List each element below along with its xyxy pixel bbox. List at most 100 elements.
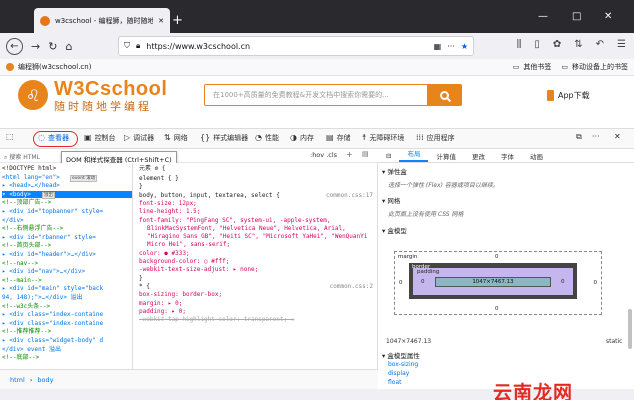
markup-line[interactable]: <html lang="en"> bbox=[2, 174, 60, 181]
markup-line[interactable]: ▸ <head>…</head> bbox=[2, 182, 60, 189]
sidebar-icon[interactable]: ▯ bbox=[534, 39, 540, 50]
menu-icon[interactable]: ☰ bbox=[617, 39, 626, 50]
tab-animations[interactable]: 动画 bbox=[522, 151, 551, 161]
tab-inspector[interactable]: ◌ 查看器 bbox=[38, 133, 69, 143]
markup-line[interactable]: ▸ <div class="widget-body" d bbox=[2, 337, 103, 344]
forward-icon[interactable]: → bbox=[31, 40, 40, 53]
prop-box-sizing[interactable]: box-sizing bbox=[388, 361, 418, 368]
tab-storage[interactable]: ▤ 存储 bbox=[326, 133, 351, 143]
markup-line[interactable]: <!--底部--> bbox=[2, 354, 39, 361]
css-rule-line[interactable]: font-family: "PingFang SC", system-ui, -… bbox=[139, 217, 330, 224]
markup-line[interactable]: <!DOCTYPE html> bbox=[2, 165, 56, 172]
css-rule-line[interactable]: } bbox=[139, 183, 143, 190]
padding-left-value[interactable]: 0 bbox=[421, 279, 425, 285]
pick-element-icon[interactable]: ⬚ bbox=[6, 133, 14, 141]
markup-line[interactable]: ▸ <div id="header">…</div> bbox=[2, 251, 96, 258]
new-tab-button[interactable]: + bbox=[172, 14, 183, 27]
tab-application[interactable]: ⁞⁞⁞ 应用程序 bbox=[416, 133, 455, 143]
css-source-link[interactable]: common.css:17 bbox=[326, 192, 373, 199]
print-icon[interactable]: ▤ bbox=[362, 150, 369, 158]
css-rule-line[interactable]: color: ● #333; bbox=[139, 250, 190, 257]
lion-logo-icon[interactable]: ♌ bbox=[18, 80, 48, 110]
css-rule-line[interactable]: font-size: 12px; bbox=[139, 200, 197, 207]
library-icon[interactable]: ⫼ bbox=[517, 39, 522, 50]
css-rule-line[interactable]: -webkit-tap-highlight-color: transparent… bbox=[139, 316, 294, 323]
markup-line[interactable]: ▸ <div id="main" style="back bbox=[2, 285, 103, 292]
markup-line[interactable]: <!--main--> bbox=[2, 277, 42, 284]
markup-line[interactable]: ▸ <div id="topbanner" style= bbox=[2, 208, 103, 215]
tab-console[interactable]: ▣ 控制台 bbox=[84, 133, 116, 143]
markup-line[interactable]: ▸ <div id="nav">…</div> bbox=[2, 268, 85, 275]
margin-bottom-value[interactable]: 0 bbox=[495, 306, 499, 312]
add-rule-icon[interactable]: + bbox=[346, 150, 353, 159]
markup-panel[interactable]: <!DOCTYPE html> <html lang="en"> event 滚动 ▸… bbox=[0, 163, 133, 369]
layout-toggle-icon[interactable]: ⊟ bbox=[378, 152, 399, 160]
tab-computed[interactable]: 计算值 bbox=[428, 151, 464, 161]
other-bookmarks[interactable]: 其他书签 bbox=[523, 62, 551, 72]
markup-line[interactable]: <!--w3c头条--> bbox=[2, 303, 50, 310]
tab-changes[interactable]: 更改 bbox=[464, 151, 493, 161]
layout-scrollbar[interactable] bbox=[628, 309, 632, 349]
tab-debugger[interactable]: ▷ 调试器 bbox=[124, 133, 154, 143]
prop-display[interactable]: display bbox=[388, 370, 409, 377]
css-rule-line[interactable]: * { bbox=[139, 283, 150, 290]
css-rule-line[interactable]: BlinkMacSystemFont, "Helvetica Neue", He… bbox=[147, 225, 346, 232]
tab-style-editor[interactable]: {} 样式编辑器 bbox=[200, 133, 248, 143]
browser-tab[interactable]: w3cschool - 编程狮，随时随地 ✕ bbox=[34, 8, 170, 33]
tab-network[interactable]: ⇅ 网络 bbox=[164, 133, 188, 143]
reload-icon[interactable]: ↻ bbox=[48, 40, 57, 53]
tab-performance[interactable]: ◔ 性能 bbox=[255, 133, 279, 143]
padding-right-value[interactable]: 0 bbox=[561, 279, 565, 285]
page-actions-icon[interactable]: ··· bbox=[447, 42, 455, 51]
markup-line[interactable]: <!--右侧悬浮广告--> bbox=[2, 225, 63, 232]
css-rule-line[interactable]: box-sizing: border-box; bbox=[139, 291, 222, 298]
prop-float[interactable]: float bbox=[388, 379, 401, 386]
css-rule-line[interactable]: } bbox=[139, 275, 143, 282]
url-bar[interactable]: ⛉ 🔒︎ https://www.w3cschool.cn ▦ ··· ★ bbox=[118, 36, 474, 56]
markup-badge[interactable]: event 滚动 bbox=[70, 174, 98, 182]
markup-line[interactable]: ▸ <div class="index-containe bbox=[2, 320, 103, 327]
markup-badge[interactable]: 溢出 bbox=[42, 191, 55, 199]
tab-accessibility[interactable]: ☨ 无障碍环境 bbox=[362, 133, 404, 143]
search-html-input[interactable]: ⌕ 搜索 HTML bbox=[4, 152, 40, 162]
css-source-link[interactable]: common.css:2 bbox=[330, 283, 373, 290]
qr-code-icon[interactable]: ▦ bbox=[434, 42, 442, 51]
markup-line[interactable]: <!--顶部广告--> bbox=[2, 199, 51, 206]
minimize-button[interactable]: — bbox=[538, 12, 548, 22]
markup-line[interactable]: ▸ <div id="rbanner" style= bbox=[2, 234, 96, 241]
maximize-button[interactable]: □ bbox=[572, 12, 581, 22]
close-window-button[interactable]: ✕ bbox=[604, 12, 612, 22]
boxmodel-section[interactable]: ▾ 盒模型 bbox=[382, 225, 407, 235]
markup-line[interactable]: ▾ <body> bbox=[2, 190, 132, 198]
tab-memory[interactable]: ◑ 内存 bbox=[290, 133, 314, 143]
markup-line[interactable]: <!--首页头部--> bbox=[2, 242, 51, 249]
tab-layout[interactable]: 布局 bbox=[399, 149, 429, 162]
app-download-link[interactable]: App下载 bbox=[547, 90, 590, 101]
home-icon[interactable]: ⌂ bbox=[65, 40, 72, 53]
css-rule-line[interactable]: margin: ▸ 0; bbox=[139, 300, 182, 307]
bookmark-item[interactable]: 编程狮(w3cschool.cn) bbox=[18, 62, 91, 72]
markup-line[interactable]: 94, 148);">…</div> 溢出 bbox=[2, 294, 83, 301]
site-search-input[interactable]: 在1000+高质量的免费教程&开发文档中搜索你需要的... bbox=[205, 85, 427, 105]
close-devtools-icon[interactable]: ✕ bbox=[614, 133, 621, 141]
breadcrumb-html[interactable]: html bbox=[10, 376, 25, 384]
boxmodel-props-section[interactable]: ▾ 盒模型属性 bbox=[382, 350, 420, 360]
undo-icon[interactable]: ↶ bbox=[596, 39, 604, 50]
markup-line[interactable]: </div> event 溢出 bbox=[2, 346, 61, 353]
css-rule-line[interactable]: element { } bbox=[139, 175, 179, 182]
css-rule-line[interactable]: "Hiragino Sans GB", "Heiti SC", "Microso… bbox=[147, 233, 367, 240]
shield-icon[interactable]: ⛉ bbox=[124, 41, 130, 51]
pseudo-class-toggles[interactable]: :hov .cls bbox=[310, 151, 337, 159]
margin-top-value[interactable]: 0 bbox=[495, 254, 499, 260]
sync-icon[interactable]: ⇅ bbox=[574, 39, 582, 50]
css-rule-line[interactable]: Micro Hei", sans-serif; bbox=[147, 241, 230, 248]
close-tab-icon[interactable]: ✕ bbox=[158, 17, 164, 25]
markup-line[interactable]: ▸ <div class="index-containe bbox=[2, 311, 103, 318]
breadcrumb-body[interactable]: body bbox=[37, 376, 53, 384]
grid-section[interactable]: ▾ 网格 bbox=[382, 195, 400, 205]
extension-icon[interactable]: ✿ bbox=[553, 39, 561, 50]
css-rule-line[interactable]: background-color: ○ #fff; bbox=[139, 258, 229, 265]
site-search-button[interactable] bbox=[427, 85, 461, 105]
tab-fonts[interactable]: 字体 bbox=[493, 151, 522, 161]
markup-line[interactable]: <!--nav--> bbox=[2, 260, 38, 267]
